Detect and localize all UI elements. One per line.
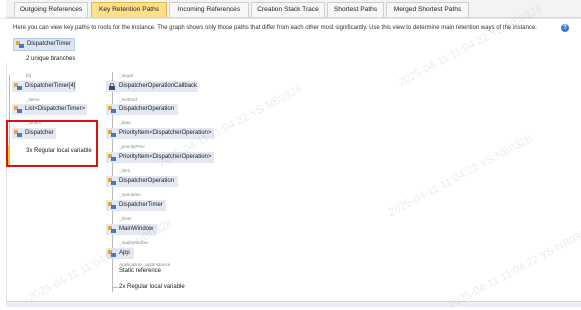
node-label: List<DispatcherTimer>: [25, 106, 86, 112]
tab-shortest-paths[interactable]: Shortest Paths: [327, 2, 384, 17]
description-text: Here you can view key paths to roots for…: [13, 25, 537, 31]
header-divider: [0, 18, 581, 19]
class-icon: [108, 154, 116, 161]
field-label: _items: [26, 97, 40, 102]
path-node[interactable]: DispatcherOperation: [106, 176, 178, 187]
tab-bar: Outgoing References Key Retention Paths …: [6, 0, 581, 18]
field-label: [0]: [26, 73, 32, 78]
path-node[interactable]: List<DispatcherTimer>: [12, 104, 87, 115]
class-icon: [16, 41, 24, 48]
class-icon: [14, 106, 22, 113]
field-label: _timer: [119, 216, 132, 221]
class-icon: [108, 202, 116, 209]
right-branch-end-line: [112, 287, 118, 288]
node-label: DispatcherTimer[4]: [25, 83, 76, 89]
class-icon: [108, 226, 116, 233]
help-icon[interactable]: ?: [561, 24, 569, 32]
tab-creation-stack-trace[interactable]: Creation Stack Trace: [251, 2, 325, 17]
path-node[interactable]: DispatcherOperation: [106, 104, 178, 115]
field-label: _data: [119, 120, 131, 125]
path-node[interactable]: DispatcherTimer: [106, 200, 166, 211]
path-node[interactable]: DispatcherOperationCallback: [106, 81, 198, 92]
node-label: DispatcherOperation: [119, 178, 175, 184]
tab-incoming-references[interactable]: Incoming References: [169, 2, 249, 17]
root-node[interactable]: DispatcherTimer: [13, 38, 75, 51]
class-icon: [108, 106, 116, 113]
tab-merged-shortest-paths[interactable]: Merged Shortest Paths: [386, 2, 469, 17]
lock-icon: [109, 83, 115, 90]
path-node[interactable]: DispatcherTimer[4]: [12, 81, 76, 92]
node-label: DispatcherOperation: [119, 106, 175, 112]
node-label: PriorityItem<DispatcherOperation>: [119, 130, 212, 136]
class-icon: [108, 178, 116, 185]
highlight-box: [6, 120, 98, 167]
branches-summary: 2 unique branches: [26, 56, 76, 62]
field-label: Application._appInstance: [119, 262, 171, 267]
field-label: _method: [119, 97, 137, 102]
field-label: _priorityPrev: [119, 144, 145, 149]
root-label: DispatcherTimer: [27, 41, 71, 47]
tab-outgoing-references[interactable]: Outgoing References: [14, 2, 88, 17]
right-terminal: 2x Regular local variable: [119, 284, 185, 290]
class-icon: [108, 130, 116, 137]
tab-key-retention-paths[interactable]: Key Retention Paths: [91, 2, 167, 17]
field-label: _operation: [119, 192, 141, 197]
node-label: DispatcherOperationCallback: [119, 83, 198, 89]
field-label: _target: [119, 73, 134, 78]
node-label: DispatcherTimer: [119, 202, 163, 208]
class-icon: [14, 83, 22, 90]
field-label: _item: [119, 168, 131, 173]
horizontal-scrollbar[interactable]: [6, 301, 581, 307]
static-reference-label: Static reference: [119, 268, 162, 274]
